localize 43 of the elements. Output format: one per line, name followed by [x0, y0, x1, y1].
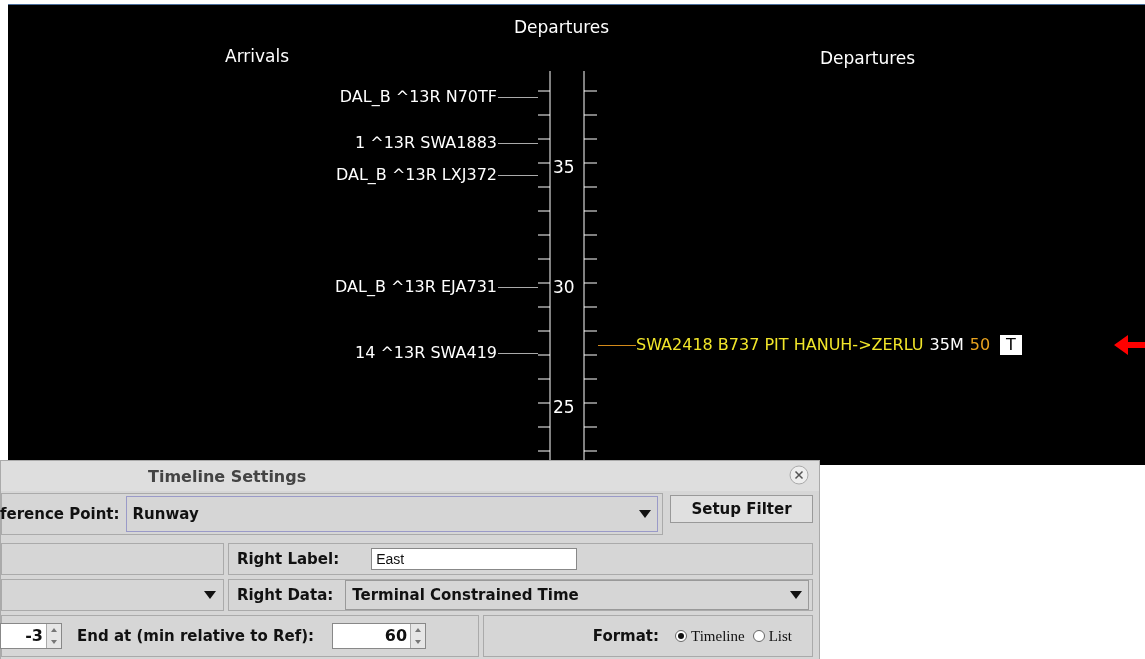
format-radio[interactable]: List: [752, 627, 792, 645]
tick-label: 30: [553, 277, 575, 297]
arrival-label[interactable]: DAL_B ^13R N70TF: [339, 87, 497, 107]
leader-line: [498, 143, 538, 144]
right-data-label: Right Data:: [236, 586, 334, 604]
right-label-field[interactable]: East: [371, 548, 578, 570]
departure-speed: 50: [969, 335, 991, 355]
arrivals-title: Arrivals: [225, 46, 290, 66]
dialog-title: Timeline Settings: [148, 466, 307, 486]
arrival-label[interactable]: 14 ^13R SWA419: [355, 343, 497, 363]
end-at-label: End at (min relative to Ref):: [77, 627, 315, 645]
timeline-header: Departures: [514, 17, 610, 37]
caret-icon: [790, 591, 803, 599]
arrival-label[interactable]: DAL_B ^13R EJA731: [335, 277, 497, 297]
right-data-dropdown[interactable]: Terminal Constrained Time: [345, 580, 810, 610]
end-spinner[interactable]: 60: [332, 623, 427, 649]
reference-point-label: ference Point:: [0, 505, 120, 523]
spin-down-icon[interactable]: [415, 640, 422, 644]
setup-filter-button[interactable]: Setup Filter: [670, 495, 813, 523]
format-radio[interactable]: Timeline: [675, 627, 745, 645]
departure-time: 35M: [929, 335, 964, 355]
reference-point-dropdown[interactable]: Runway: [125, 496, 658, 532]
flight-tag: T: [1000, 335, 1022, 355]
leader-line: [598, 345, 636, 346]
leader-line: [498, 353, 538, 354]
departure-label[interactable]: SWA2418 B737 PIT HANUH->ZERLU: [636, 335, 924, 355]
tick-label: 35: [553, 157, 575, 177]
format-label: Format:: [592, 627, 660, 645]
leader-line: [498, 287, 538, 288]
caret-icon: [204, 591, 216, 599]
tick-label: 25: [553, 397, 575, 417]
start-spinner[interactable]: -3: [0, 623, 62, 649]
spin-up-icon[interactable]: [51, 628, 57, 632]
leader-line: [498, 175, 538, 176]
arrival-label[interactable]: DAL_B ^13R LXJ372: [335, 165, 497, 185]
leader-line: [498, 97, 538, 98]
spin-up-icon[interactable]: [415, 628, 422, 632]
close-icon[interactable]: [789, 465, 809, 485]
arrival-label[interactable]: 1 ^13R SWA1883: [355, 133, 497, 153]
spin-down-icon[interactable]: [51, 640, 57, 644]
caret-icon: [639, 510, 651, 518]
departures-title: Departures: [820, 48, 916, 68]
right-label-label: Right Label:: [236, 550, 340, 568]
